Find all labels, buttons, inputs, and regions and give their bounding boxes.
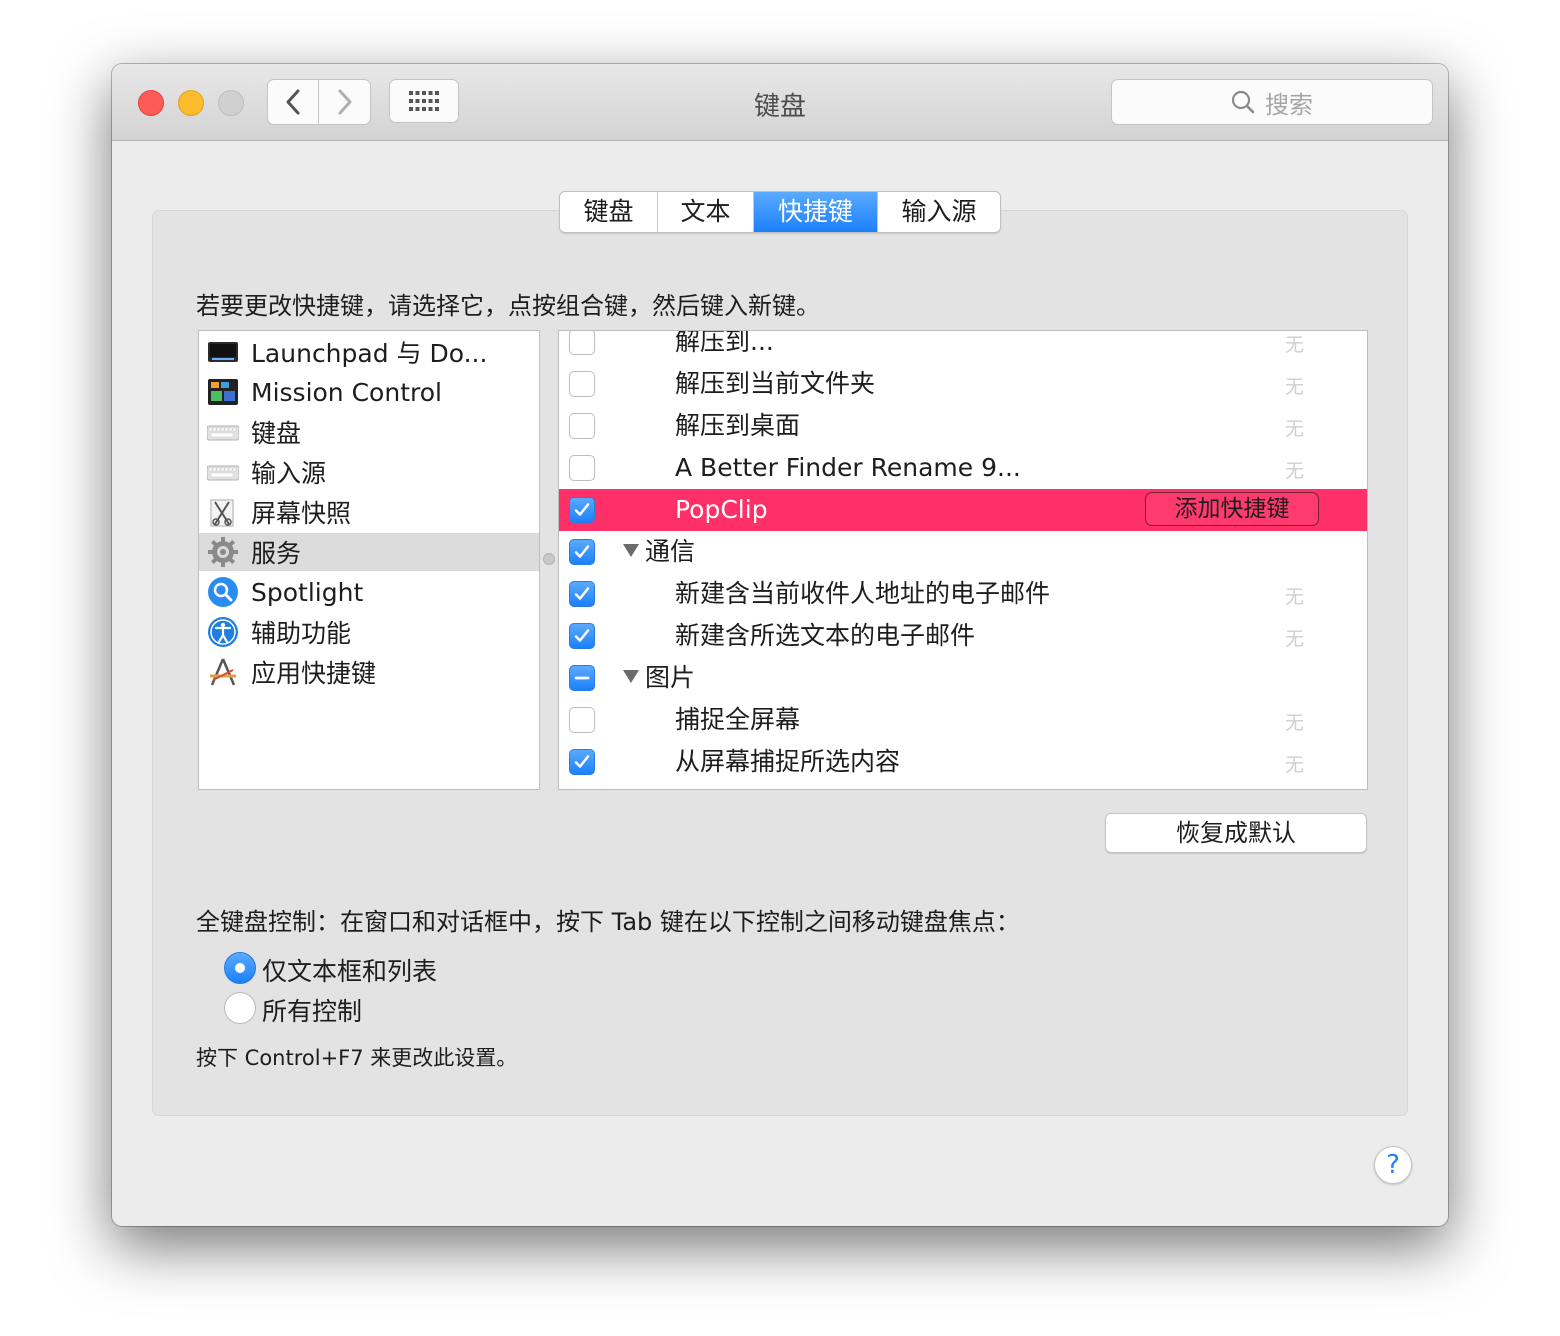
shortcut-row[interactable]: 新建含当前收件人地址的电子邮件 无 — [559, 573, 1367, 615]
shortcut-key[interactable]: 无 — [1285, 582, 1304, 609]
shortcut-key[interactable]: 无 — [1285, 624, 1304, 651]
shortcut-label: 解压到当前文件夹 — [675, 369, 876, 398]
category-item-keyboard[interactable]: 键盘 — [199, 413, 539, 451]
screenshot-icon — [210, 499, 234, 527]
shortcut-checkbox[interactable] — [569, 497, 595, 523]
category-label: 键盘 — [251, 419, 302, 448]
shortcut-key[interactable]: 无 — [1285, 750, 1304, 777]
category-item-screenshots[interactable]: 屏幕快照 — [199, 493, 539, 531]
category-item-app-shortcuts[interactable]: 应用快捷键 — [199, 653, 539, 691]
shortcut-group-row[interactable]: 通信 — [559, 531, 1367, 573]
shortcut-label: 解压到桌面 — [675, 411, 801, 440]
group-label: 图片 — [645, 663, 696, 692]
shortcut-checkbox[interactable] — [569, 455, 595, 481]
tab-shortcuts[interactable]: 快捷键 — [754, 192, 878, 232]
category-item-input-sources[interactable]: 输入源 — [199, 453, 539, 491]
tab-keyboard[interactable]: 键盘 — [560, 192, 658, 232]
keyboard-icon — [207, 425, 239, 441]
checkmark-icon — [574, 503, 590, 516]
help-button[interactable]: ? — [1374, 1146, 1412, 1184]
shortcut-label: 新建含所选文本的电子邮件 — [675, 621, 976, 650]
shortcut-row[interactable]: 捕捉全屏幕 无 — [559, 699, 1367, 741]
disclosure-triangle-icon[interactable] — [623, 670, 639, 683]
shortcut-row-selected[interactable]: PopClip 添加快捷键 — [559, 489, 1367, 531]
shortcut-checkbox[interactable] — [569, 331, 595, 355]
category-item-spotlight[interactable]: Spotlight — [199, 573, 539, 611]
shortcut-list[interactable]: 解压到... 无 解压到当前文件夹 无 解压到桌面 无 A Better Fin… — [558, 330, 1368, 790]
category-label: 屏幕快照 — [251, 499, 352, 528]
category-item-services[interactable]: 服务 — [199, 533, 539, 571]
mission-control-icon — [208, 379, 238, 405]
full-keyboard-access-label: 全键盘控制：在窗口和对话框中，按下 Tab 键在以下控制之间移动键盘焦点： — [196, 908, 1020, 936]
shortcut-group-row[interactable]: 图片 — [559, 657, 1367, 699]
search-icon — [1231, 90, 1255, 114]
title-bar: 键盘 搜索 — [112, 64, 1448, 141]
add-shortcut-button[interactable]: 添加快捷键 — [1145, 492, 1319, 526]
split-view-divider-handle[interactable] — [543, 553, 555, 565]
shortcut-checkbox[interactable] — [569, 413, 595, 439]
category-label: Spotlight — [251, 577, 364, 607]
minus-icon — [574, 676, 590, 680]
instruction-text: 若要更改快捷键，请选择它，点按组合键，然后键入新键。 — [196, 292, 820, 320]
keyboard-hint-text: 按下 Control+F7 来更改此设置。 — [196, 1046, 518, 1070]
checkmark-icon — [574, 587, 590, 600]
category-label: 服务 — [251, 539, 302, 568]
disclosure-triangle-icon[interactable] — [623, 544, 639, 557]
keyboard-preferences-window: 键盘 搜索 键盘 文本 快捷键 输入源 若要更改快捷键，请选择它，点按组合键，然… — [112, 64, 1448, 1226]
search-field[interactable]: 搜索 — [1111, 79, 1433, 125]
shortcut-checkbox[interactable] — [569, 371, 595, 397]
shortcut-key[interactable]: 无 — [1285, 331, 1304, 357]
shortcut-checkbox[interactable] — [569, 707, 595, 733]
shortcut-checkbox[interactable] — [569, 665, 595, 691]
shortcut-row[interactable]: 解压到桌面 无 — [559, 405, 1367, 447]
shortcut-label: PopClip — [675, 495, 768, 524]
shortcut-label: 捕捉全屏幕 — [675, 705, 801, 734]
shortcut-row[interactable]: A Better Finder Rename 9... 无 — [559, 447, 1367, 489]
shortcut-key[interactable]: 无 — [1285, 456, 1304, 483]
shortcut-checkbox[interactable] — [569, 581, 595, 607]
shortcut-key[interactable]: 无 — [1285, 414, 1304, 441]
shortcut-label: A Better Finder Rename 9... — [675, 453, 1021, 482]
category-item-launchpad[interactable]: Launchpad 与 Do... — [199, 333, 539, 371]
radio-all-controls[interactable] — [224, 992, 256, 1024]
accessibility-icon — [208, 617, 238, 647]
checkmark-icon — [574, 755, 590, 768]
spotlight-icon — [208, 577, 238, 607]
tab-input-sources[interactable]: 输入源 — [878, 192, 1000, 232]
shortcut-label: 解压到... — [675, 330, 774, 356]
shortcut-key[interactable]: 无 — [1285, 708, 1304, 735]
launchpad-icon — [208, 342, 238, 362]
shortcut-key[interactable]: 无 — [1285, 372, 1304, 399]
category-list[interactable]: Launchpad 与 Do... Mission Control 键盘 输入源… — [198, 330, 540, 790]
input-source-icon — [207, 465, 239, 481]
category-label: 输入源 — [251, 459, 327, 488]
radio-label[interactable]: 仅文本框和列表 — [262, 952, 437, 988]
shortcut-row[interactable]: 新建含所选文本的电子邮件 无 — [559, 615, 1367, 657]
shortcut-label: 从屏幕捕捉所选内容 — [675, 747, 901, 776]
category-label: Mission Control — [251, 377, 442, 407]
category-label: Launchpad 与 Do... — [251, 339, 488, 368]
checkmark-icon — [574, 545, 590, 558]
gear-icon — [208, 537, 238, 567]
shortcut-checkbox[interactable] — [569, 749, 595, 775]
app-shortcuts-icon — [210, 658, 236, 686]
tab-text[interactable]: 文本 — [658, 192, 754, 232]
restore-defaults-button[interactable]: 恢复成默认 — [1105, 813, 1367, 853]
search-placeholder: 搜索 — [1265, 90, 1313, 119]
radio-label[interactable]: 所有控制 — [262, 992, 362, 1028]
shortcut-label: 新建含当前收件人地址的电子邮件 — [675, 579, 1051, 608]
category-item-mission-control[interactable]: Mission Control — [199, 373, 539, 411]
group-label: 通信 — [645, 537, 696, 566]
shortcut-row[interactable]: 解压到当前文件夹 无 — [559, 363, 1367, 405]
category-label: 辅助功能 — [251, 619, 352, 648]
radio-text-boxes-and-lists[interactable] — [224, 952, 256, 984]
category-label: 应用快捷键 — [251, 659, 377, 688]
category-item-accessibility[interactable]: 辅助功能 — [199, 613, 539, 651]
tab-bar: 键盘 文本 快捷键 输入源 — [559, 191, 1001, 233]
checkmark-icon — [574, 629, 590, 642]
shortcut-checkbox[interactable] — [569, 539, 595, 565]
shortcut-row[interactable]: 解压到... 无 — [559, 330, 1367, 363]
shortcut-row[interactable]: 从屏幕捕捉所选内容 无 — [559, 741, 1367, 783]
shortcut-checkbox[interactable] — [569, 623, 595, 649]
